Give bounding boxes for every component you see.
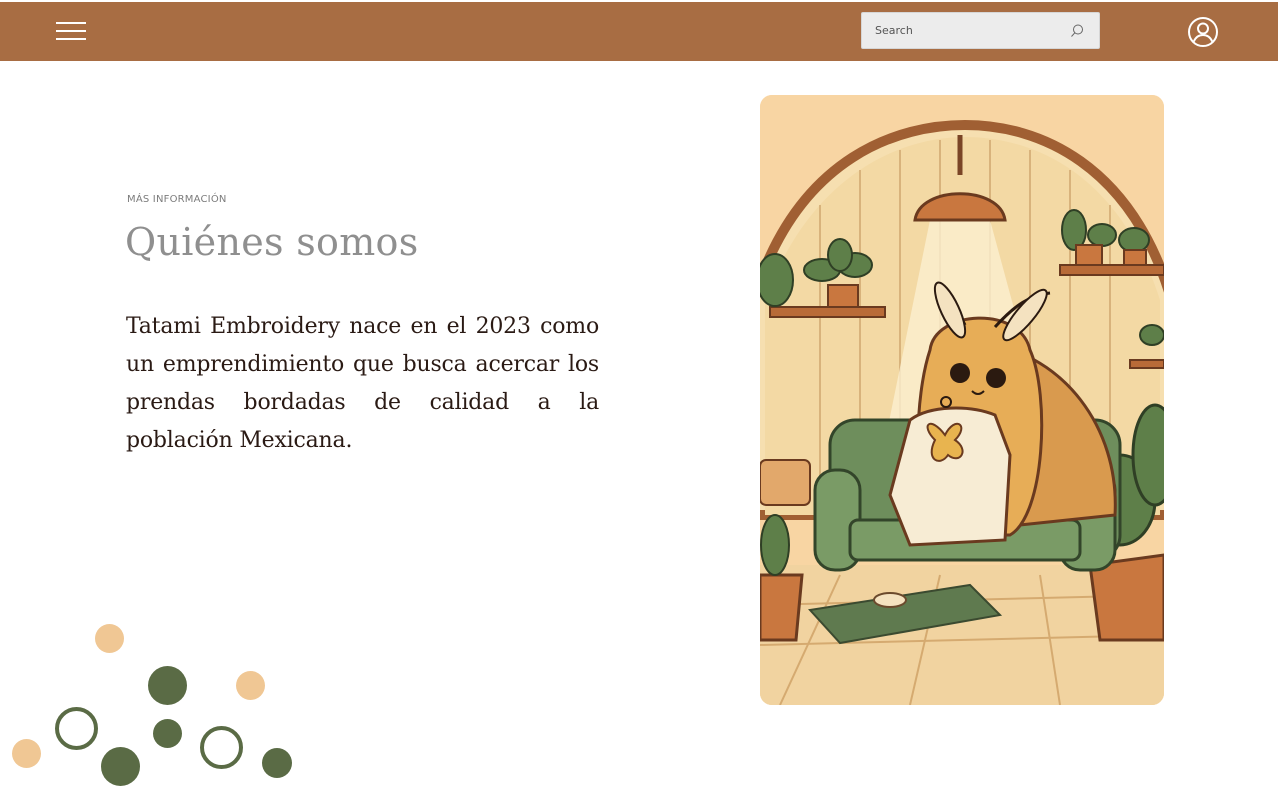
page-title: Quiénes somos <box>125 220 419 264</box>
decorative-dot <box>148 666 187 705</box>
decorative-ring <box>200 726 243 769</box>
decorative-dot <box>95 624 124 653</box>
section-eyebrow: MÁS INFORMACIÓN <box>127 194 227 205</box>
decorative-dot <box>12 739 41 768</box>
search-input[interactable] <box>862 13 1062 48</box>
decorative-dot <box>236 671 265 700</box>
decorative-dot <box>262 748 292 778</box>
user-account-icon[interactable] <box>1187 16 1219 48</box>
decorative-dot <box>153 719 182 748</box>
top-navigation-bar <box>0 2 1278 61</box>
decorative-dot <box>101 747 140 786</box>
search-box <box>861 12 1100 49</box>
hamburger-menu-icon[interactable] <box>56 22 86 41</box>
moth-embroidery-illustration <box>760 95 1164 705</box>
decorative-ring <box>55 707 98 750</box>
search-icon[interactable] <box>1069 23 1085 39</box>
illustration-art <box>760 95 1164 705</box>
about-description: Tatami Embroidery nace en el 2023 como u… <box>126 314 599 453</box>
